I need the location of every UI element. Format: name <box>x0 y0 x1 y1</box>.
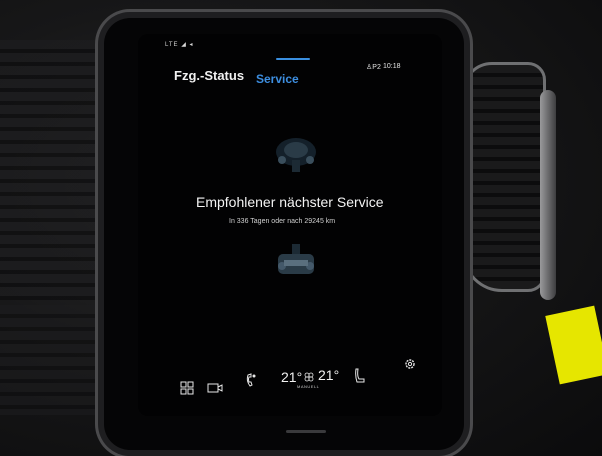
left-air-vent <box>0 40 118 300</box>
yellow-object <box>545 305 602 385</box>
tab-vehicle-status[interactable]: Fzg.-Status <box>174 68 244 83</box>
active-tab-indicator <box>276 58 310 60</box>
clock: 10:18 <box>383 63 401 70</box>
settings-icon[interactable] <box>404 358 416 370</box>
chrome-trim <box>540 90 556 300</box>
service-due-info: In 336 Tagen oder nach 29245 km <box>229 218 336 225</box>
phone-icon[interactable] <box>245 373 257 389</box>
right-air-vent <box>462 62 546 292</box>
climate-mode-label: MANUELL <box>297 384 320 389</box>
apps-grid-icon[interactable] <box>180 381 194 395</box>
network-indicator: LTE ◢ ◂ <box>165 42 194 48</box>
left-lower-vent <box>0 305 118 415</box>
home-bar[interactable] <box>286 430 326 433</box>
tab-service[interactable]: Service <box>256 72 299 86</box>
car-top-illustration-icon <box>276 138 316 172</box>
fan-icon[interactable] <box>304 372 314 382</box>
car-interior-photo: LTE ◢ ◂ ♙P2 10:18 Fzg.-Status Service Em… <box>0 0 602 456</box>
seat-heat-icon[interactable] <box>355 368 365 384</box>
car-bottom-illustration-icon <box>278 244 314 274</box>
infotainment-screen <box>138 34 442 416</box>
passenger-temperature[interactable]: 21° <box>318 367 339 383</box>
service-headline: Empfohlener nächster Service <box>196 194 384 210</box>
camera-icon[interactable] <box>207 382 223 394</box>
driver-temperature[interactable]: 21° <box>281 369 302 385</box>
profile-indicator: ♙P2 <box>366 64 381 71</box>
